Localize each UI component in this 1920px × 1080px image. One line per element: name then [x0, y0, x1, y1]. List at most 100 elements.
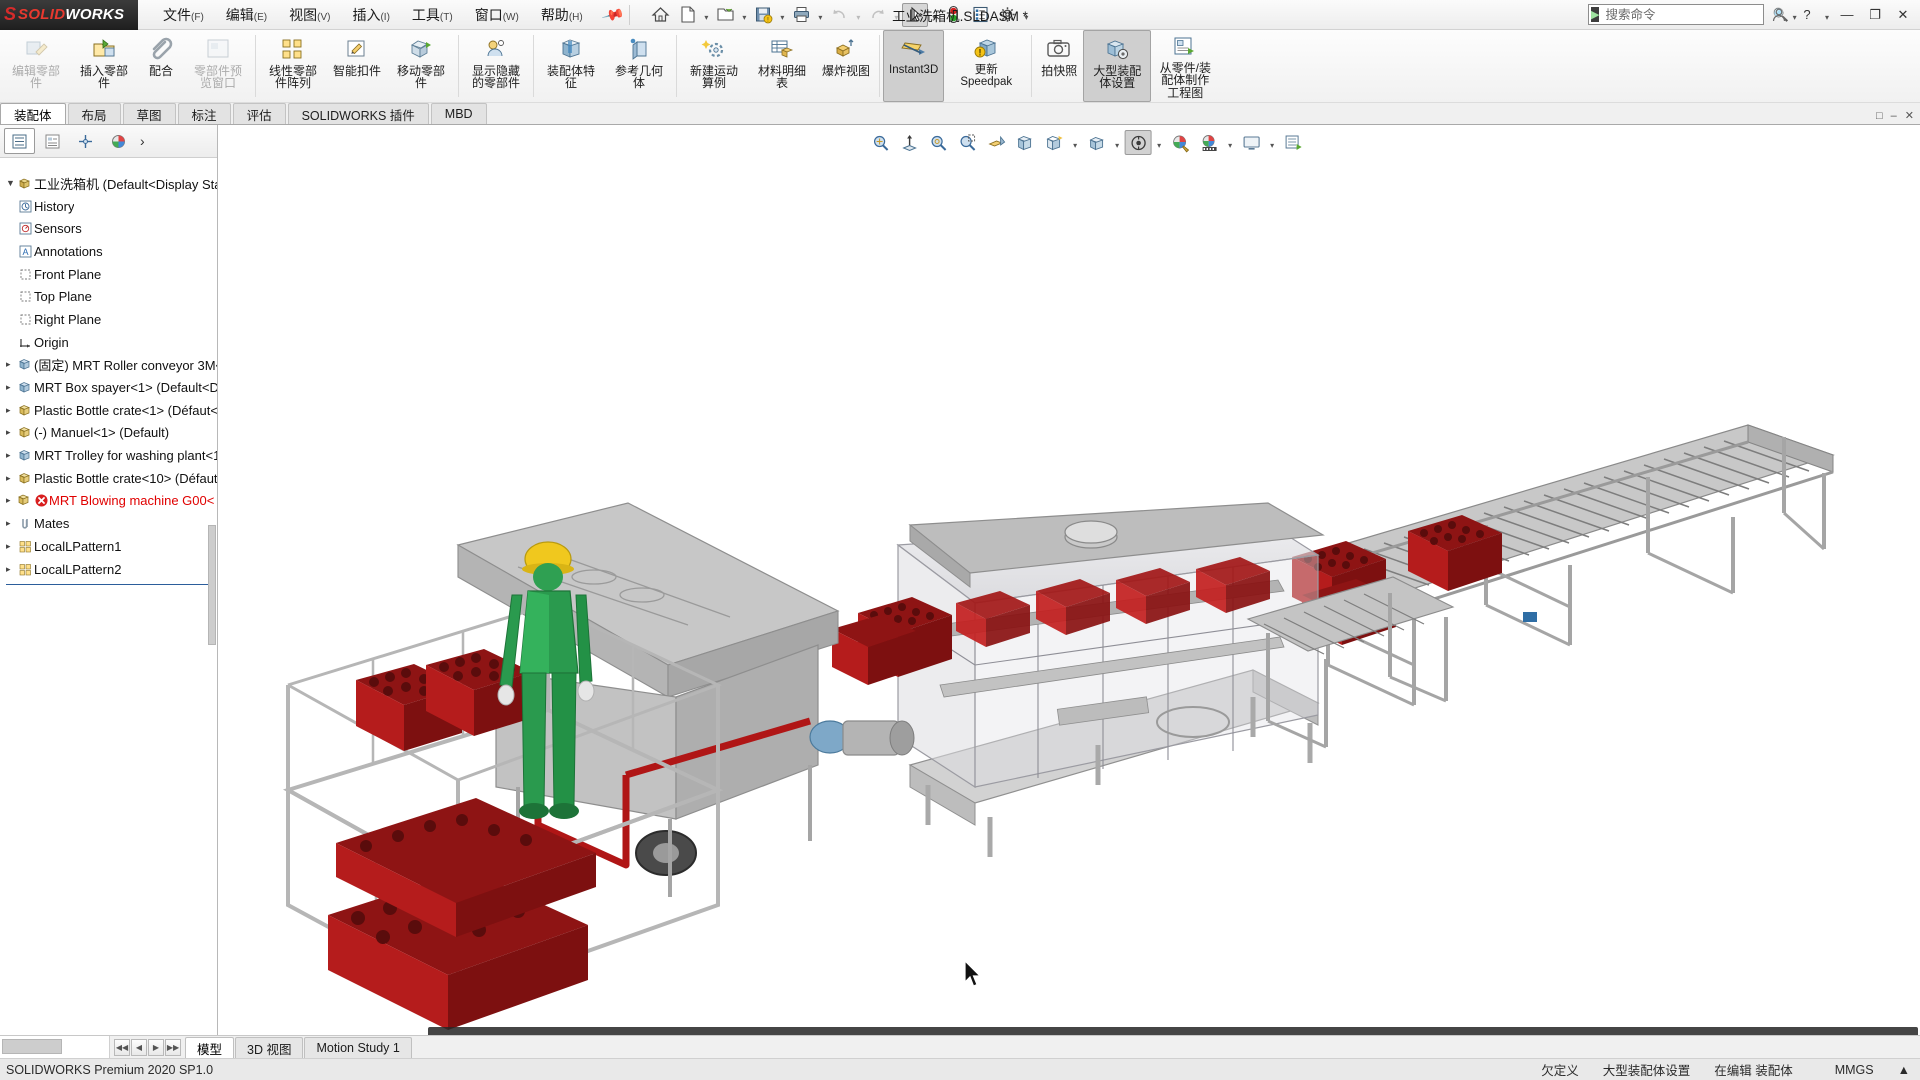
redo-icon[interactable] — [864, 3, 890, 27]
ribbon-exploded-view[interactable]: 爆炸视图 — [816, 30, 876, 102]
close-button[interactable]: ✕ — [1890, 3, 1916, 27]
view-settings-caret[interactable]: ▾ — [1225, 130, 1236, 155]
view-orientation-icon[interactable] — [1012, 130, 1039, 155]
ribbon-assembly-features[interactable]: 装配体特征 — [537, 30, 605, 102]
ribbon-take-snapshot[interactable]: 拍快照 — [1035, 30, 1083, 102]
save-icon[interactable]: ! — [750, 3, 776, 27]
ribbon-make-drawing[interactable]: 从零件/装配体制作工程图 — [1151, 30, 1219, 102]
menu-file[interactable]: 文件(F) — [152, 1, 215, 29]
home-icon[interactable] — [647, 3, 673, 27]
ribbon-insert-component[interactable]: 插入零部件 — [70, 30, 138, 102]
search-command-box[interactable]: ▶ 🔍 ▾ — [1588, 4, 1797, 25]
horizontal-scrollbar[interactable] — [0, 1036, 110, 1058]
tree-node-local-pattern-1[interactable]: ▸ LocalLPattern1 — [2, 535, 217, 558]
last-tab-button[interactable]: ▶▶ — [165, 1038, 181, 1056]
view-settings-icon[interactable] — [1196, 130, 1223, 155]
ribbon-new-motion-study[interactable]: 新建运动算例 — [680, 30, 748, 102]
tree-node-bottle-crate-10[interactable]: ▸ Plastic Bottle crate<10> (Défaut< — [2, 467, 217, 490]
menu-window[interactable]: 窗口(W) — [464, 1, 530, 29]
tree-node-annotations[interactable]: A Annotations — [2, 240, 217, 263]
expand-toggle[interactable]: ▸ — [6, 450, 16, 461]
menu-edit[interactable]: 编辑(E) — [215, 1, 278, 29]
zoom-to-area-icon[interactable] — [925, 130, 952, 155]
tree-node-sensors[interactable]: Sensors — [2, 217, 217, 240]
new-document-icon[interactable] — [674, 3, 700, 27]
menu-insert[interactable]: 插入(I) — [341, 1, 400, 29]
menu-tools[interactable]: 工具(T) — [401, 1, 464, 29]
ribbon-show-hidden-components[interactable]: 显示隐藏的零部件 — [462, 30, 530, 102]
ribbon-move-component[interactable]: 移动零部件 — [387, 30, 455, 102]
select-caret[interactable]: ▾ — [929, 4, 939, 26]
print-caret[interactable]: ▾ — [815, 4, 825, 26]
ribbon-edit-component[interactable]: 编辑零部件 — [2, 30, 70, 102]
ribbon-smart-fasteners[interactable]: 智能扣件 — [327, 30, 387, 102]
apply-scene-icon[interactable] — [1167, 130, 1194, 155]
expand-toggle[interactable]: ▸ — [6, 518, 16, 529]
previous-tab-button[interactable]: ◀ — [131, 1038, 147, 1056]
tree-node-bottle-crate-1[interactable]: ▸ Plastic Bottle crate<1> (Défaut< — [2, 399, 217, 422]
ribbon-linear-pattern[interactable]: 线性零部件阵列 — [259, 30, 327, 102]
new-document-caret[interactable]: ▾ — [701, 4, 711, 26]
tree-node-history[interactable]: History — [2, 195, 217, 218]
tab-markup[interactable]: 标注 — [177, 103, 231, 124]
expand-toggle[interactable]: ▸ — [6, 495, 16, 506]
print-icon[interactable] — [788, 3, 814, 27]
tree-node-top-plane[interactable]: Top Plane — [2, 285, 217, 308]
tree-node-front-plane[interactable]: Front Plane — [2, 263, 217, 286]
help-caret[interactable]: ▾ — [1822, 4, 1832, 26]
tree-node-box-spayer[interactable]: ▸ MRT Box spayer<1> (Default<Di — [2, 376, 217, 399]
expand-toggle[interactable]: ▼ — [6, 178, 16, 188]
options-caret[interactable]: ▾ — [1021, 4, 1031, 26]
search-input[interactable] — [1603, 6, 1769, 23]
expand-toggle[interactable]: ▸ — [6, 382, 16, 393]
zoom-to-fit-icon[interactable] — [867, 130, 894, 155]
tab-3d-views[interactable]: 3D 视图 — [235, 1037, 304, 1058]
previous-view-icon[interactable] — [954, 130, 981, 155]
ribbon-component-preview[interactable]: 零部件预览窗口 — [184, 30, 252, 102]
undo-caret[interactable]: ▾ — [853, 4, 863, 26]
tab-solidworks-addins[interactable]: SOLIDWORKS 插件 — [287, 103, 429, 124]
undo-icon[interactable] — [826, 3, 852, 27]
ribbon-reference-geometry[interactable]: 参考几何体 — [605, 30, 673, 102]
status-units[interactable]: MMGS — [1835, 1063, 1874, 1077]
expand-toggle[interactable]: ▸ — [6, 427, 16, 438]
close-panel-icon[interactable]: ✕ — [1905, 109, 1914, 122]
status-large-assembly[interactable]: 大型装配体设置 — [1603, 1060, 1691, 1079]
assembly-3d-model[interactable] — [218, 125, 1920, 1035]
tree-node-right-plane[interactable]: Right Plane — [2, 308, 217, 331]
tree-node-local-pattern-2[interactable]: ▸ LocalLPattern2 — [2, 558, 217, 581]
status-units-caret[interactable]: ▲ — [1898, 1063, 1910, 1077]
help-button[interactable]: ? — [1794, 3, 1820, 27]
ribbon-large-assembly-settings[interactable]: 大型装配体设置 — [1083, 30, 1152, 102]
display-manager-tab[interactable] — [103, 128, 134, 154]
tree-node-roller-conveyor[interactable]: ▸ (固定) MRT Roller conveyor 3M< — [2, 354, 217, 377]
viewport-caret[interactable]: ▾ — [1267, 130, 1278, 155]
expand-toggle[interactable]: ▸ — [6, 541, 16, 552]
display-state-icon[interactable] — [1280, 130, 1307, 155]
tree-node-mates[interactable]: ▸ Mates — [2, 512, 217, 535]
tree-node-manuel[interactable]: ▸ (-) Manuel<1> (Default) — [2, 422, 217, 445]
rebuild-icon[interactable] — [940, 3, 966, 27]
first-tab-button[interactable]: ◀◀ — [114, 1038, 130, 1056]
tree-node-blowing-machine[interactable]: ▸ MRT Blowing machine G00< — [2, 490, 217, 513]
minimize-button[interactable]: — — [1834, 3, 1860, 27]
edit-appearance-icon[interactable] — [1124, 130, 1152, 155]
menu-help[interactable]: 帮助(H) — [530, 1, 594, 29]
open-document-icon[interactable] — [712, 3, 738, 27]
ribbon-bill-of-materials[interactable]: 材料明细表 — [748, 30, 816, 102]
tab-model[interactable]: 模型 — [185, 1037, 235, 1058]
file-properties-icon[interactable] — [967, 3, 993, 27]
tree-node-assembly-root[interactable]: ▼ 工业洗箱机 (Default<Display State-1> — [2, 172, 217, 195]
select-icon[interactable] — [902, 2, 929, 27]
menu-view[interactable]: 视图(V) — [278, 1, 341, 29]
tab-motion-study[interactable]: Motion Study 1 — [304, 1037, 412, 1058]
user-account-icon[interactable] — [1766, 3, 1792, 27]
ribbon-update-speedpak[interactable]: ! 更新 Speedpak — [944, 30, 1028, 102]
ribbon-instant3d[interactable]: Instant3D — [883, 30, 945, 102]
tab-evaluate[interactable]: 评估 — [232, 103, 286, 124]
feature-manager-tab[interactable] — [4, 128, 35, 154]
expand-toggle[interactable]: ▸ — [6, 359, 16, 370]
open-document-caret[interactable]: ▾ — [739, 4, 749, 26]
restore-button[interactable]: ❐ — [1862, 3, 1888, 27]
scrollbar-thumb[interactable] — [2, 1039, 62, 1054]
